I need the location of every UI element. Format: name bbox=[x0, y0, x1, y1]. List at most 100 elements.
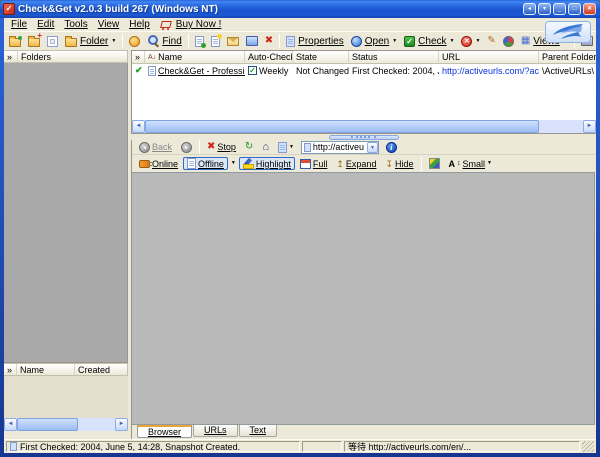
close-button[interactable]: ✕ bbox=[583, 3, 596, 15]
maximize-button[interactable]: □ bbox=[568, 3, 581, 15]
statistics-button[interactable] bbox=[500, 33, 517, 50]
chevron-down-icon: ▼ bbox=[450, 39, 455, 44]
scrollbar-thumb[interactable] bbox=[145, 120, 539, 133]
refresh-button[interactable]: ↻ bbox=[241, 141, 257, 154]
tab-browser[interactable]: Browser bbox=[137, 425, 192, 438]
window-frame: File Edit Tools View Help Buy Now ! Fold… bbox=[4, 18, 596, 453]
table-row[interactable]: ✔ Check&Get - Professional Bookmark ... … bbox=[132, 64, 596, 77]
scroll-right-button[interactable]: ► bbox=[583, 120, 596, 133]
column-header-state[interactable]: State bbox=[293, 51, 349, 64]
row-status-cell: First Checked: 2004, June 5, 14:28... bbox=[349, 66, 439, 76]
browser-viewport[interactable] bbox=[132, 172, 595, 425]
font-size-button[interactable]: A ↕ Small ▼ bbox=[445, 157, 496, 170]
properties-button[interactable]: Properties bbox=[283, 33, 347, 50]
open-button[interactable]: Open ▼ bbox=[348, 33, 400, 50]
menu-view[interactable]: View bbox=[93, 19, 125, 30]
title-bar[interactable]: ✓ Check&Get v2.0.3 build 267 (Windows NT… bbox=[0, 0, 600, 18]
checkandget-logo[interactable] bbox=[545, 21, 591, 43]
new-item-button[interactable] bbox=[208, 33, 223, 50]
bookmark-name-link[interactable]: Check&Get - Professional Bookmark ... bbox=[158, 66, 245, 76]
forward-icon: ► bbox=[181, 142, 192, 153]
hide-button[interactable]: ↧ Hide bbox=[381, 157, 417, 170]
swoosh-icon bbox=[548, 23, 588, 41]
progress-box bbox=[302, 441, 342, 452]
expand-button[interactable]: ↥ Expand bbox=[332, 157, 380, 170]
home-icon: ⌂ bbox=[262, 141, 269, 153]
edit-button[interactable]: ✎ bbox=[484, 33, 498, 50]
offline-dropdown-button[interactable]: ▼ bbox=[229, 157, 238, 170]
scroll-left-button[interactable]: ◄ bbox=[132, 120, 145, 133]
offline-button[interactable]: Offline bbox=[183, 157, 228, 170]
browser-view-toolbar: Online Offline ▼ Highlight bbox=[132, 155, 596, 172]
folder-menu-button[interactable]: Folder ▼ bbox=[62, 33, 119, 50]
highlighter-icon bbox=[243, 158, 254, 169]
address-input[interactable]: http://activeu bbox=[313, 142, 367, 152]
window-menu-button[interactable]: ▾ bbox=[538, 3, 551, 15]
row-name-cell: Check&Get - Professional Bookmark ... bbox=[145, 66, 245, 76]
address-combo[interactable]: http://activeu ▼ bbox=[301, 141, 379, 154]
menu-buy-now[interactable]: Buy Now ! bbox=[160, 19, 224, 30]
import-icon bbox=[195, 36, 204, 47]
column-header-name[interactable]: A↓ Name bbox=[145, 51, 245, 64]
list-empty-area[interactable] bbox=[132, 77, 596, 120]
forward-button[interactable]: ► bbox=[177, 141, 196, 154]
column-header-created[interactable]: Created bbox=[75, 364, 127, 375]
menu-tools[interactable]: Tools bbox=[59, 19, 92, 30]
bookmark-url-link[interactable]: http://activeurls.com/?act=home bbox=[442, 66, 539, 76]
scroll-right-button[interactable]: ► bbox=[115, 418, 128, 431]
scrollbar-track[interactable] bbox=[17, 418, 115, 431]
bottom-panel-list[interactable] bbox=[4, 376, 128, 418]
bookmark-list: » A↓ Name Auto-Check State Status URL Pa… bbox=[131, 50, 596, 134]
stop-button[interactable]: ✖ Stop bbox=[203, 141, 240, 154]
row-url-cell: http://activeurls.com/?act=home bbox=[439, 66, 539, 76]
check-label: Check bbox=[418, 36, 446, 47]
scrollbar-track[interactable] bbox=[145, 120, 583, 133]
menu-file[interactable]: File bbox=[6, 19, 32, 30]
list-header: » A↓ Name Auto-Check State Status URL Pa… bbox=[132, 51, 596, 64]
stop-check-button[interactable]: ✕ ▼ bbox=[458, 33, 483, 50]
column-header-parent-folder[interactable]: Parent Folder bbox=[539, 51, 596, 64]
panel-toggle-button[interactable] bbox=[44, 33, 61, 50]
browser-select-button[interactable]: ▼ bbox=[274, 141, 298, 154]
resize-grip[interactable] bbox=[582, 441, 594, 452]
autocheck-checkbox[interactable]: ✓ bbox=[248, 66, 257, 75]
folders-panel-header[interactable]: » Folders bbox=[4, 50, 128, 63]
online-button[interactable]: Online bbox=[135, 157, 182, 170]
new-folder-button[interactable] bbox=[25, 33, 43, 50]
back-button[interactable]: ◄ Back bbox=[135, 141, 176, 154]
status-message: First Checked: 2004, June 5, 14:28, Snap… bbox=[20, 442, 240, 452]
name-header-label: Name bbox=[158, 52, 182, 62]
chevrons-icon: » bbox=[132, 51, 145, 64]
address-dropdown-button[interactable]: ▼ bbox=[367, 142, 378, 153]
highlight-label: Highlight bbox=[256, 159, 291, 169]
full-button[interactable]: Full bbox=[296, 157, 332, 170]
rollup-button[interactable]: ◂ bbox=[523, 3, 536, 15]
open-folder-button[interactable] bbox=[6, 33, 24, 50]
mail-button[interactable] bbox=[224, 33, 242, 50]
highlight-button[interactable]: Highlight bbox=[239, 157, 295, 170]
home-button[interactable]: ⌂ bbox=[258, 141, 273, 154]
folders-tree[interactable] bbox=[4, 63, 128, 363]
colors-button[interactable] bbox=[425, 157, 444, 170]
column-header-name[interactable]: Name bbox=[17, 364, 75, 375]
find-button[interactable]: Find bbox=[144, 33, 184, 50]
scroll-left-button[interactable]: ◄ bbox=[4, 418, 17, 431]
import-button[interactable] bbox=[192, 33, 207, 50]
delete-button[interactable]: ✖ bbox=[262, 33, 276, 50]
menu-help[interactable]: Help bbox=[124, 19, 155, 30]
column-header-autocheck[interactable]: Auto-Check bbox=[245, 51, 293, 64]
send-button[interactable] bbox=[243, 33, 261, 50]
bottom-panel-header: » Name Created bbox=[4, 363, 128, 376]
go-button[interactable] bbox=[126, 33, 143, 50]
column-header-url[interactable]: URL bbox=[439, 51, 539, 64]
column-header-status[interactable]: Status bbox=[349, 51, 439, 64]
menu-edit[interactable]: Edit bbox=[32, 19, 59, 30]
tab-urls[interactable]: URLs bbox=[193, 425, 238, 437]
scrollbar-thumb[interactable] bbox=[17, 418, 78, 431]
pie-chart-icon bbox=[503, 36, 514, 47]
check-button[interactable]: ✓ Check ▼ bbox=[401, 33, 457, 50]
info-button[interactable]: i bbox=[382, 141, 401, 154]
splitter-collapse-handle[interactable]: ◂ ▸ bbox=[329, 135, 399, 140]
minimize-button[interactable]: _ bbox=[553, 3, 566, 15]
tab-text[interactable]: Text bbox=[239, 425, 278, 437]
